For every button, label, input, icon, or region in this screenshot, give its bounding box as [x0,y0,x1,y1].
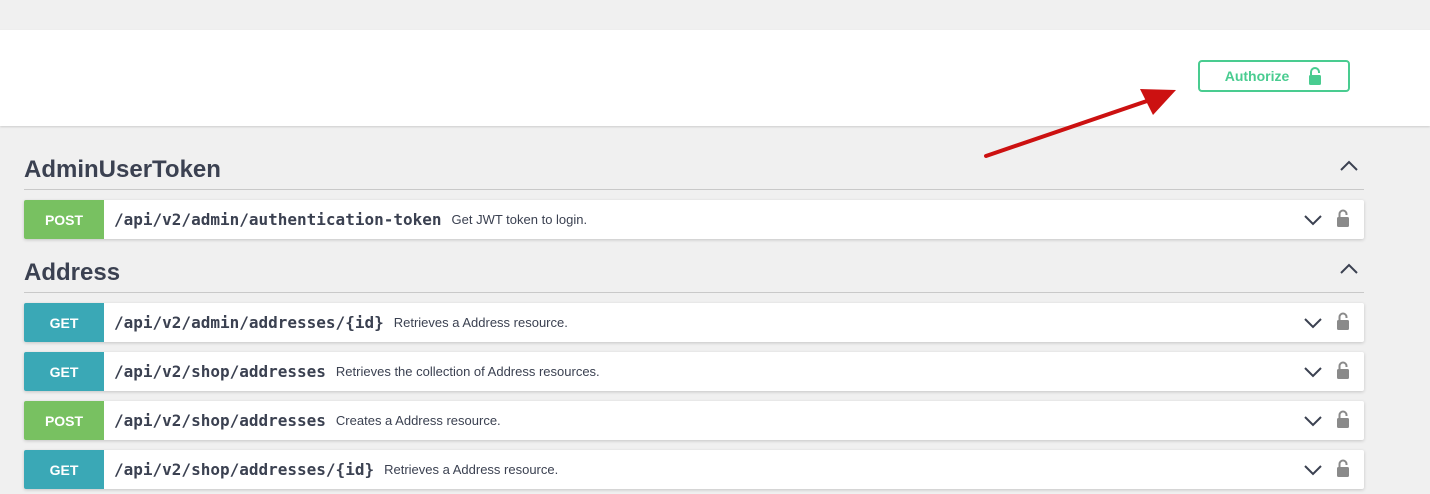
operation-controls [1304,352,1364,391]
method-badge: GET [24,352,104,391]
authorize-button[interactable]: Authorize [1198,60,1350,92]
unlocked-lock-icon[interactable] [1336,459,1350,477]
scheme-container: Authorize [0,30,1430,126]
unlocked-lock-icon[interactable] [1336,312,1350,330]
authorize-label: Authorize [1224,68,1290,84]
operation-row[interactable]: POST /api/v2/admin/authentication-token … [24,200,1364,239]
operation-row[interactable]: GET /api/v2/shop/addresses/{id} Retrieve… [24,450,1364,489]
unlocked-lock-icon[interactable] [1336,209,1350,227]
section-header-adminusertoken[interactable]: AdminUserToken [24,146,1364,190]
method-badge: GET [24,303,104,342]
operation-path: /api/v2/shop/addresses/{id} [114,460,375,479]
operation-description: Retrieves the collection of Address reso… [335,364,600,379]
operation-description: Retrieves a Address resource. [393,315,568,330]
method-badge: GET [24,450,104,489]
chevron-down-icon[interactable] [1304,415,1322,427]
chevron-up-icon[interactable] [1340,263,1358,275]
operation-path: /api/v2/shop/addresses [114,411,326,430]
operation-controls [1304,450,1364,489]
method-badge: POST [24,401,104,440]
operation-path: /api/v2/shop/addresses [114,362,326,381]
operation-description: Creates a Address resource. [335,413,501,428]
section-title: Address [24,259,121,286]
section-adminusertoken: AdminUserToken [24,146,1364,190]
operation-controls [1304,401,1364,440]
section-title: AdminUserToken [24,156,221,183]
operation-row[interactable]: GET /api/v2/admin/addresses/{id} Retriev… [24,303,1364,342]
operation-row[interactable]: POST /api/v2/shop/addresses Creates a Ad… [24,401,1364,440]
unlocked-lock-icon [1309,67,1322,85]
chevron-down-icon[interactable] [1304,214,1322,226]
chevron-down-icon[interactable] [1304,464,1322,476]
top-strip [0,0,1430,30]
operation-path: /api/v2/admin/authentication-token [114,210,442,229]
unlocked-lock-icon[interactable] [1336,361,1350,379]
section-header-address[interactable]: Address [24,249,1364,293]
operation-description: Retrieves a Address resource. [384,462,559,477]
chevron-down-icon[interactable] [1304,366,1322,378]
operation-controls [1304,303,1364,342]
operation-path: /api/v2/admin/addresses/{id} [114,313,384,332]
operation-controls [1304,200,1364,239]
method-badge: POST [24,200,104,239]
operation-row[interactable]: GET /api/v2/shop/addresses Retrieves the… [24,352,1364,391]
chevron-down-icon[interactable] [1304,317,1322,329]
chevron-up-icon[interactable] [1340,160,1358,172]
unlocked-lock-icon[interactable] [1336,410,1350,428]
operation-description: Get JWT token to login. [451,212,588,227]
section-address: Address [24,249,1364,293]
